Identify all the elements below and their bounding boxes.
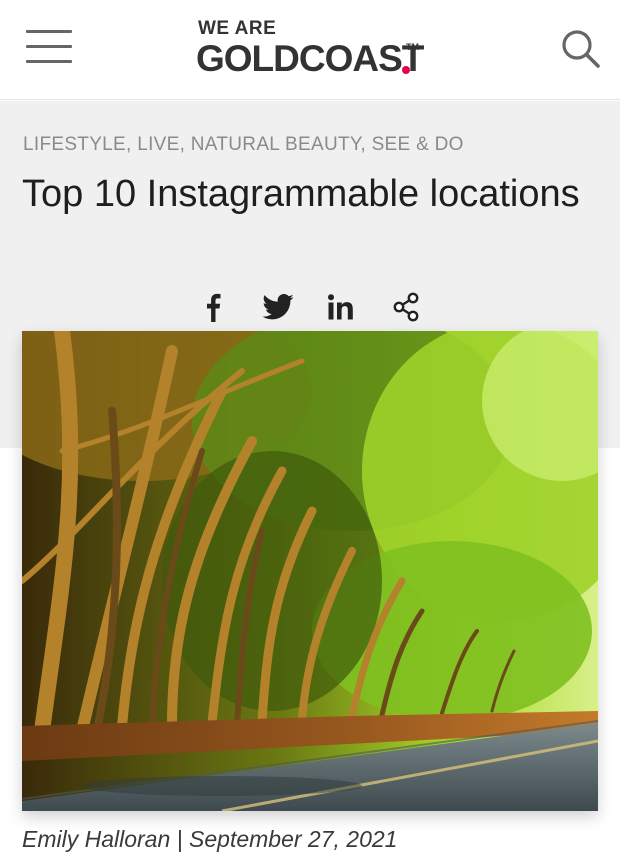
facebook-icon[interactable] xyxy=(198,289,228,325)
category-list: LIFESTYLE, LIVE, NATURAL BEAUTY, SEE & D… xyxy=(23,134,464,156)
share-icon[interactable] xyxy=(389,289,423,325)
hamburger-menu-icon[interactable] xyxy=(26,29,72,67)
logo-main-text: GOLDCOAST xyxy=(196,38,424,79)
site-header: WE ARE GOLDCOAST TM xyxy=(0,0,620,100)
menu-line xyxy=(26,60,72,63)
author-name[interactable]: Emily Halloran xyxy=(22,826,170,852)
menu-line xyxy=(26,30,72,33)
category-separator: , xyxy=(126,134,138,155)
search-icon[interactable] xyxy=(558,26,604,72)
category-live-link[interactable]: LIVE xyxy=(137,134,179,155)
tree-lined-road-photo xyxy=(22,331,598,811)
category-natural-beauty-link[interactable]: NATURAL BEAUTY xyxy=(191,134,361,155)
category-separator: , xyxy=(179,134,191,155)
article-byline: Emily Halloran | September 27, 2021 xyxy=(22,826,397,853)
logo-accent-dot xyxy=(402,66,410,74)
logo-trademark: TM xyxy=(406,42,419,52)
category-separator: , xyxy=(360,134,372,155)
article-title: Top 10 Instagrammable locations xyxy=(22,173,580,215)
category-see-do-link[interactable]: SEE & DO xyxy=(372,134,464,155)
menu-line xyxy=(26,45,72,48)
logo-top-text: WE ARE xyxy=(198,18,277,39)
publish-date: September 27, 2021 xyxy=(189,826,398,852)
byline-separator: | xyxy=(170,826,190,852)
linkedin-icon[interactable] xyxy=(325,289,357,325)
category-lifestyle-link[interactable]: LIFESTYLE xyxy=(23,134,126,155)
twitter-icon[interactable] xyxy=(260,289,296,325)
site-logo[interactable]: WE ARE GOLDCOAST TM xyxy=(196,18,436,82)
